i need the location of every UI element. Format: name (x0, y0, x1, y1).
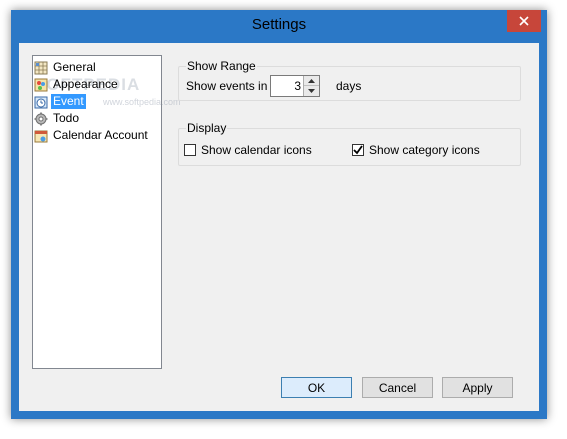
settings-category-tree[interactable]: SOFTPEDIA www.softpedia.com General Appe… (32, 55, 181, 369)
show-range-title: Show Range (186, 59, 257, 73)
close-button[interactable] (507, 10, 541, 32)
palette-icon (34, 78, 48, 91)
tree-item-todo[interactable]: Todo (34, 110, 81, 127)
ok-button[interactable]: OK (281, 377, 352, 398)
tree-item-appearance[interactable]: Appearance (34, 76, 120, 93)
close-icon (519, 16, 529, 26)
checkmark-icon (353, 145, 363, 155)
spinner-down-button[interactable] (304, 86, 319, 96)
show-category-icons-label: Show category icons (369, 143, 480, 157)
cancel-button[interactable]: Cancel (362, 377, 433, 398)
tree-item-label: Todo (53, 111, 80, 125)
tree-item-label: Calendar Account (53, 128, 148, 142)
show-calendar-icons-checkbox[interactable] (184, 144, 196, 156)
days-spinner[interactable]: 3 (270, 75, 320, 97)
days-value[interactable]: 3 (294, 79, 301, 93)
chevron-up-icon (308, 78, 315, 83)
window-title: Settings (251, 16, 307, 33)
display-group: Display Show calendar icons Show categor… (178, 121, 521, 166)
tree-item-label: Appearance (53, 77, 118, 91)
tree-item-event[interactable]: Event (34, 93, 86, 110)
settings-client-area: SOFTPEDIA www.softpedia.com General Appe… (19, 43, 539, 411)
display-title: Display (186, 121, 228, 135)
tree-item-general[interactable]: General (34, 59, 98, 76)
tree-item-calendar-account[interactable]: Calendar Account (34, 127, 150, 144)
show-range-group: Show Range Show events in 3 days (178, 59, 521, 101)
show-category-icons-option[interactable]: Show category icons (352, 143, 480, 157)
tree-item-label: General (53, 60, 96, 74)
grid-settings-icon (34, 61, 48, 74)
spinner-up-button[interactable] (304, 76, 319, 86)
chevron-down-icon (308, 89, 315, 93)
spinner-buttons (303, 76, 319, 96)
title-bar[interactable]: Settings (11, 10, 547, 43)
gear-icon (34, 112, 48, 125)
settings-window: Settings SOFTPEDIA www.softpedia.com Gen… (11, 10, 547, 419)
calendar-clock-icon (34, 96, 48, 108)
apply-button[interactable]: Apply (442, 377, 513, 398)
tree-item-label: Event (51, 94, 86, 109)
days-unit-label: days (336, 79, 362, 93)
calendar-account-icon (34, 130, 48, 142)
show-events-label: Show events in (186, 79, 268, 93)
show-calendar-icons-option[interactable]: Show calendar icons (184, 143, 312, 157)
show-calendar-icons-label: Show calendar icons (201, 143, 312, 157)
watermark-url: www.softpedia.com (103, 97, 181, 107)
show-category-icons-checkbox[interactable] (352, 144, 364, 156)
